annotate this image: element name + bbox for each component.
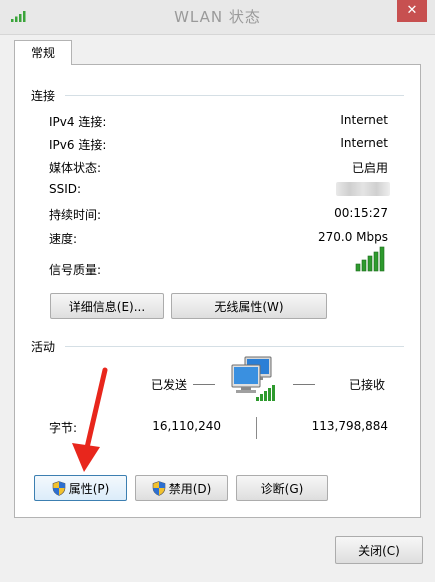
ipv6-label: IPv6 连接:: [49, 138, 107, 152]
tab-general[interactable]: 常规: [14, 40, 72, 65]
title-bar: WLAN 状态 ✕: [0, 0, 435, 35]
duration-value: 00:15:27: [334, 206, 388, 220]
wireless-properties-button[interactable]: 无线属性(W): [171, 293, 327, 319]
bytes-received-value: 113,798,884: [311, 419, 388, 433]
received-label: 已接收: [349, 378, 386, 392]
close-button[interactable]: 关闭(C): [335, 536, 423, 564]
disable-button-label: 禁用(D): [168, 482, 212, 496]
disable-button[interactable]: 禁用(D): [135, 475, 228, 501]
ipv4-value: Internet: [340, 113, 388, 127]
sent-label: 已发送: [151, 378, 188, 392]
speed-label: 速度:: [49, 232, 78, 246]
properties-button-label: 属性(P): [68, 482, 110, 496]
ipv6-value: Internet: [340, 136, 388, 150]
ssid-value-redacted: [336, 182, 390, 196]
close-window-button[interactable]: ✕: [397, 0, 427, 22]
connection-divider: [65, 95, 404, 96]
bytes-separator: [256, 417, 257, 439]
network-computers-icon: [231, 356, 275, 401]
ipv4-label: IPv4 连接:: [49, 115, 107, 129]
activity-section-title: 活动: [31, 340, 56, 354]
diagnose-button[interactable]: 诊断(G): [236, 475, 328, 501]
bytes-label: 字节:: [49, 421, 78, 435]
details-button[interactable]: 详细信息(E)...: [50, 293, 164, 319]
uac-shield-icon: [52, 481, 65, 496]
ssid-label: SSID:: [49, 182, 82, 196]
activity-divider: [65, 346, 404, 347]
sent-dash: [193, 384, 215, 385]
signal-bars-icon: [355, 246, 385, 272]
duration-label: 持续时间:: [49, 208, 102, 222]
uac-shield-icon: [152, 481, 165, 496]
bytes-sent-value: 16,110,240: [152, 419, 221, 433]
speed-value: 270.0 Mbps: [317, 230, 388, 244]
media-state-label: 媒体状态:: [49, 161, 102, 175]
general-panel: 连接 IPv4 连接: Internet IPv6 连接: Internet 媒…: [14, 64, 421, 518]
properties-button[interactable]: 属性(P): [34, 475, 127, 501]
window-title: WLAN 状态: [174, 8, 261, 26]
media-state-value: 已启用: [351, 161, 388, 175]
signal-quality-label: 信号质量:: [49, 263, 102, 277]
connection-section-title: 连接: [31, 89, 56, 103]
received-dash: [293, 384, 315, 385]
